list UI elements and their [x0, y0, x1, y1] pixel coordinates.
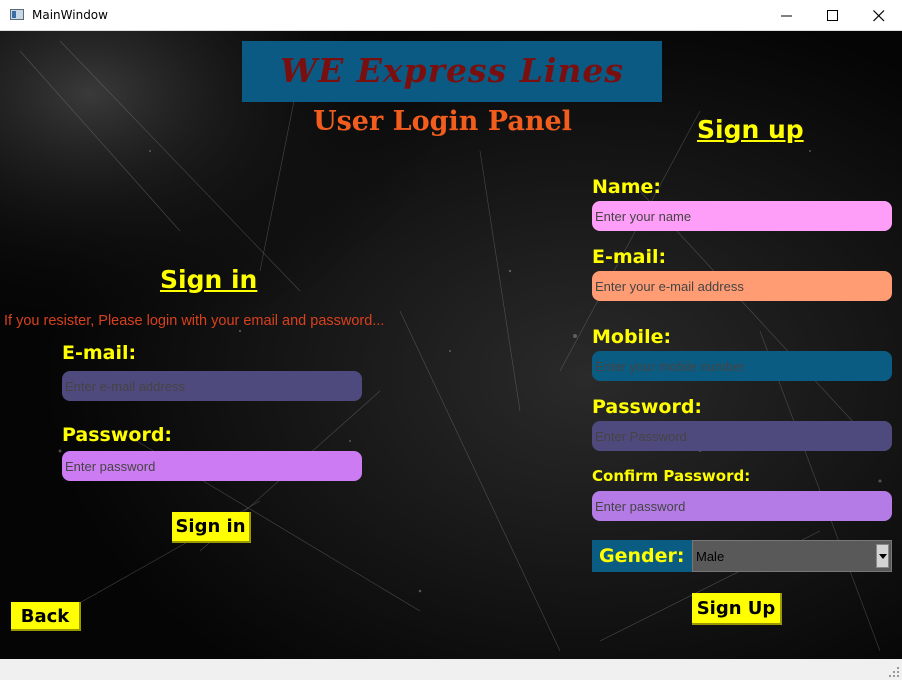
gender-label-text: Gender: — [599, 545, 685, 567]
back-button[interactable]: Back — [11, 602, 81, 631]
logo-banner: WE Express Lines — [242, 41, 662, 102]
signup-heading: Sign up — [697, 115, 804, 144]
signup-name-label: Name: — [592, 176, 662, 198]
minimize-button[interactable] — [764, 0, 810, 31]
maximize-icon — [827, 10, 838, 21]
resize-grip-icon[interactable] — [889, 667, 899, 677]
signup-mobile-label: Mobile: — [592, 326, 672, 348]
signin-button[interactable]: Sign in — [172, 512, 251, 543]
main-panel: WE Express Lines User Login Panel Sign i… — [0, 31, 902, 659]
logo-text: WE Express Lines — [280, 51, 624, 90]
signin-info-text: If you resister, Please login with your … — [4, 313, 385, 329]
minimize-icon — [781, 15, 792, 17]
signup-password-input[interactable] — [592, 421, 892, 451]
signin-heading: Sign in — [160, 265, 258, 294]
chevron-down-icon[interactable] — [876, 544, 889, 568]
gender-selected-value: Male — [696, 549, 725, 564]
signup-password-label: Password: — [592, 396, 703, 418]
maximize-button[interactable] — [810, 0, 856, 31]
signup-mobile-input[interactable] — [592, 351, 892, 381]
signin-password-label: Password: — [62, 424, 173, 446]
signin-email-input[interactable] — [62, 371, 362, 401]
signin-password-input[interactable] — [62, 451, 362, 481]
status-bar — [0, 659, 902, 680]
signup-button[interactable]: Sign Up — [692, 593, 782, 625]
signin-email-label: E-mail: — [62, 342, 137, 364]
signup-email-label: E-mail: — [592, 246, 667, 268]
signup-email-input[interactable] — [592, 271, 892, 301]
gender-select[interactable]: Male — [692, 540, 892, 572]
signup-name-input[interactable] — [592, 201, 892, 231]
signup-confirm-input[interactable] — [592, 491, 892, 521]
close-button[interactable] — [856, 0, 902, 31]
signup-confirm-label: Confirm Password: — [592, 467, 751, 485]
title-bar: MainWindow — [0, 0, 902, 31]
app-window-icon — [10, 9, 24, 20]
gender-label: Gender: — [592, 540, 692, 572]
window-title: MainWindow — [32, 8, 108, 22]
page-title: User Login Panel — [313, 106, 572, 137]
close-icon — [873, 10, 885, 22]
